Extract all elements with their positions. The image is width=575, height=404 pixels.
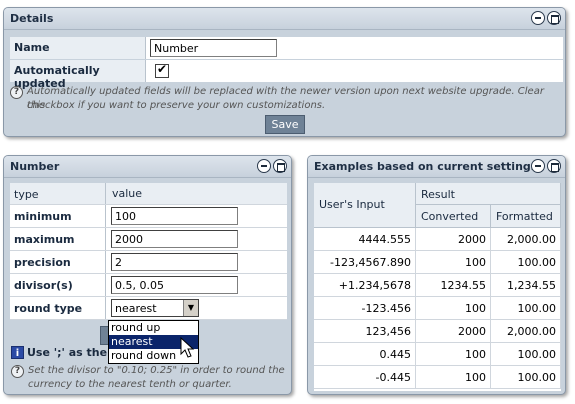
cell-converted: 100 — [416, 251, 491, 274]
precision-row: precision — [10, 251, 287, 274]
round-type-selected: nearest — [115, 302, 157, 315]
minimize-icon[interactable] — [531, 11, 545, 25]
cell-converted: 2000 — [416, 228, 491, 251]
auto-update-row: Automatically updated — [10, 60, 563, 90]
examples-header: Examples based on current settings — [308, 156, 565, 178]
maximize-icon[interactable] — [547, 11, 561, 25]
dropdown-option-round-up[interactable]: round up — [109, 321, 198, 335]
table-row: -123.456 100 100.00 — [314, 297, 561, 320]
col-type-header: type — [10, 183, 106, 204]
minimum-input[interactable] — [111, 207, 238, 225]
cell-input: +1.234,5678 — [314, 274, 416, 297]
details-header: Details — [4, 8, 565, 30]
cell-formatted: 100.00 — [491, 297, 561, 320]
table-row: 0.445 100 100.00 — [314, 343, 561, 366]
cell-converted: 2000 — [416, 320, 491, 343]
maximum-row: maximum — [10, 228, 287, 251]
minimum-label: minimum — [10, 205, 106, 227]
col-value-header: value — [112, 187, 143, 200]
maximize-icon[interactable] — [547, 159, 561, 173]
cell-formatted: 100.00 — [491, 343, 561, 366]
cell-formatted: 1,234.55 — [491, 274, 561, 297]
table-row: 123,456 2000 2,000.00 — [314, 320, 561, 343]
cell-input: -0.445 — [314, 366, 416, 389]
round-type-row: round type nearest ▼ — [10, 297, 287, 320]
round-type-select[interactable]: nearest ▼ — [111, 299, 199, 317]
cell-input: -123,4567.890 — [314, 251, 416, 274]
cell-formatted: 100.00 — [491, 366, 561, 389]
cell-input: 123,456 — [314, 320, 416, 343]
maximize-icon[interactable] — [273, 159, 287, 173]
cell-input: -123.456 — [314, 297, 416, 320]
minimum-row: minimum — [10, 205, 287, 228]
maximum-label: maximum — [10, 228, 106, 250]
number-help-text-1: Set the divisor to "0.10; 0.25" in order… — [28, 365, 285, 376]
examples-panel: Examples based on current settings User'… — [307, 155, 566, 395]
col-result-header: Result — [416, 183, 561, 205]
help-icon: ? — [10, 86, 23, 99]
name-label: Name — [10, 37, 146, 59]
info-text: Use ';' as the d — [27, 346, 119, 359]
examples-table: User's Input Result Converted Formatted … — [314, 183, 561, 391]
col-input-header: User's Input — [314, 183, 416, 228]
cell-formatted: 100.00 — [491, 251, 561, 274]
table-row: -0.445 100 100.00 — [314, 366, 561, 389]
precision-label: precision — [10, 251, 106, 273]
auto-update-label: Automatically updated — [10, 60, 146, 90]
save-button[interactable]: Save — [265, 115, 305, 134]
cell-input: 4444.555 — [314, 228, 416, 251]
table-row: 4444.555 2000 2,000.00 — [314, 228, 561, 251]
minimize-icon[interactable] — [531, 159, 545, 173]
cell-converted: 100 — [416, 366, 491, 389]
details-title: Details — [10, 12, 54, 25]
cell-formatted: 2,000.00 — [491, 320, 561, 343]
help-icon: ? — [11, 365, 24, 378]
cell-input: 0.445 — [314, 343, 416, 366]
examples-title: Examples based on current settings — [314, 160, 538, 173]
divisors-input[interactable] — [111, 276, 238, 294]
info-icon: i — [11, 346, 24, 359]
number-settings-table: type value minimum maximum precision div… — [10, 183, 287, 320]
details-panel: Details Name Automatically updated ? Aut… — [3, 7, 566, 137]
name-row: Name — [10, 37, 563, 59]
number-title: Number — [10, 160, 60, 173]
number-header: Number — [4, 156, 291, 178]
name-input[interactable] — [150, 39, 277, 57]
cell-converted: 100 — [416, 343, 491, 366]
mouse-cursor-icon — [180, 337, 195, 358]
cell-converted: 100 — [416, 297, 491, 320]
details-help-text-2: checkbox if you want to preserve your ow… — [27, 100, 326, 111]
cell-formatted: 2,000.00 — [491, 228, 561, 251]
divisors-label: divisor(s) — [10, 274, 106, 296]
number-help-text-2: currency to the nearest tenth or quarter… — [28, 379, 232, 390]
maximum-input[interactable] — [111, 230, 238, 248]
col-converted-header: Converted — [416, 205, 491, 228]
auto-update-checkbox[interactable] — [155, 62, 169, 78]
table-row: -123,4567.890 100 100.00 — [314, 251, 561, 274]
table-header-row: type value — [10, 183, 287, 205]
minimize-icon[interactable] — [257, 159, 271, 173]
round-type-label: round type — [10, 297, 106, 319]
chevron-down-icon[interactable]: ▼ — [183, 300, 198, 316]
cell-converted: 1234.55 — [416, 274, 491, 297]
col-formatted-header: Formatted — [491, 205, 561, 228]
divisors-row: divisor(s) — [10, 274, 287, 297]
precision-input[interactable] — [111, 253, 238, 271]
table-row: +1.234,5678 1234.55 1,234.55 — [314, 274, 561, 297]
